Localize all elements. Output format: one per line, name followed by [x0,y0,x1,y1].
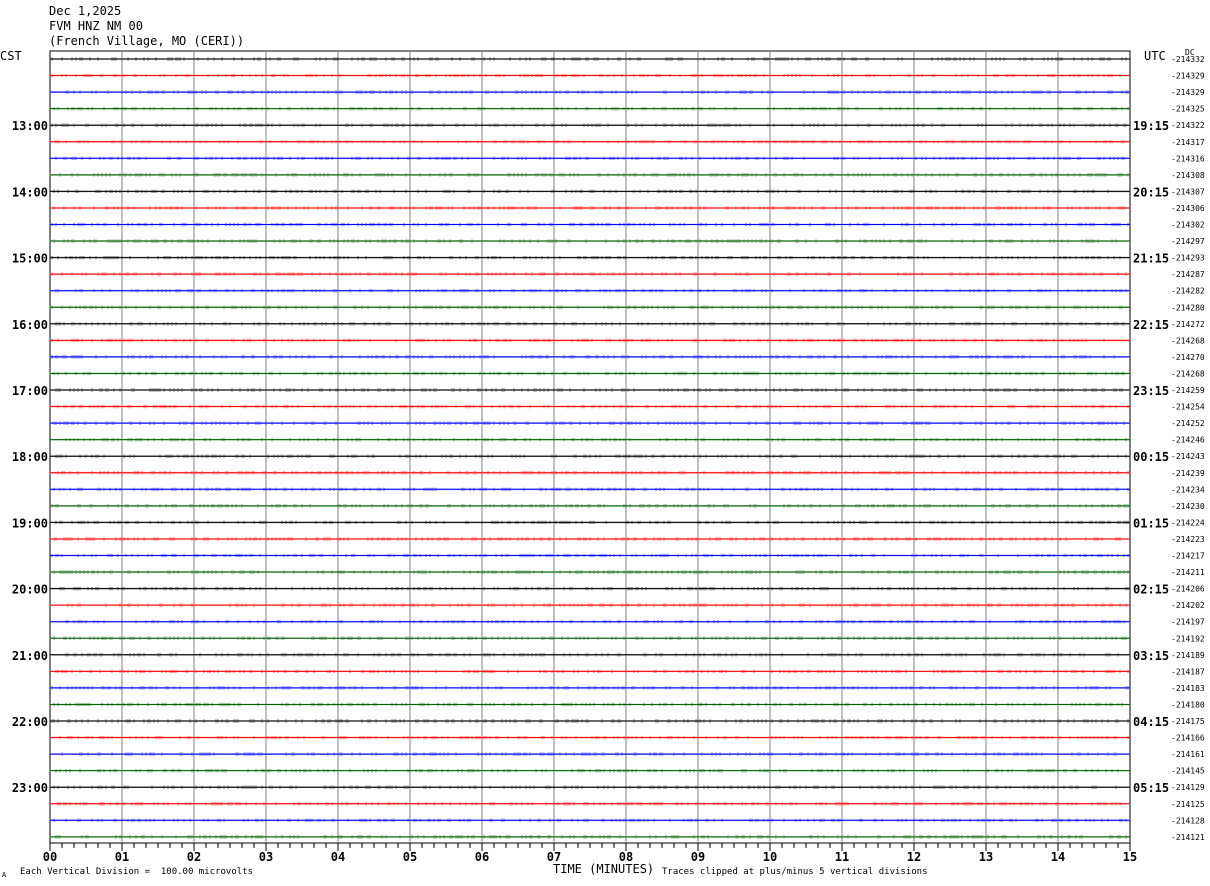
x-tick-label: 00 [43,850,57,864]
x-tick-label: 03 [259,850,273,864]
trace-offset-label: -214192 [1171,634,1205,643]
left-hour-label: 14:00 [12,185,48,199]
trace-offset-label: -214329 [1171,72,1205,81]
trace-offset-label: -214268 [1171,336,1205,345]
station-location: (French Village, MO (CERI)) [49,34,245,48]
right-hour-label: 03:15 [1133,649,1169,663]
grid-layer [49,50,1131,851]
trace-offset-label: -214306 [1171,204,1205,213]
trace-offset-label: -214197 [1171,618,1205,627]
left-hour-label: 13:00 [12,119,48,133]
trace-offset-label: -214161 [1171,750,1205,759]
right-hour-label: 21:15 [1133,252,1169,266]
trace-offset-label: -214329 [1171,88,1205,97]
left-hour-label: 17:00 [12,384,48,398]
x-tick-label: 15 [1123,850,1137,864]
trace-offset-label: -214129 [1171,783,1205,792]
trace-offset-label: -214308 [1171,171,1205,180]
trace-offset-label: -214297 [1171,237,1205,246]
left-hour-label: 19:00 [12,516,48,530]
trace-offset-label: -214282 [1171,287,1205,296]
trace-offset-label: -214223 [1171,535,1205,544]
helicorder-chart: 00 01 02 03 04 05 06 07 08 09 10 11 12 13 14 15-214332-… [12,50,1205,864]
left-hour-label: 18:00 [12,450,48,464]
plot-frame [49,50,1131,844]
station-code: FVM HNZ NM 00 [49,19,143,33]
trace-offset-label: -214234 [1171,485,1205,494]
left-hour-label: 15:00 [12,252,48,266]
left-hour-label: 22:00 [12,715,48,729]
trace-offset-label: -214224 [1171,518,1205,527]
trace-offset-label: -214287 [1171,270,1205,279]
trace-offset-label: -214316 [1171,154,1205,163]
footer-mark: A [2,871,7,879]
x-tick-label: 04 [331,850,345,864]
trace-layer [49,57,1130,839]
trace-offset-label: -214202 [1171,601,1205,610]
trace-offset-label: -214322 [1171,121,1205,130]
clip-note: Traces clipped at plus/minus 5 vertical … [662,867,928,877]
trace-offset-label: -214270 [1171,353,1205,362]
x-tick-label: 09 [691,850,705,864]
trace-offset-label: -214166 [1171,734,1205,743]
right-hour-label: 19:15 [1133,119,1169,133]
trace-offset-label: -214272 [1171,320,1205,329]
trace-offset-label: -214302 [1171,221,1205,230]
left-hour-label: 21:00 [12,649,48,663]
x-tick-label: 01 [115,850,129,864]
trace-offset-label: -214145 [1171,767,1205,776]
x-tick-label: 12 [907,850,921,864]
trace-offset-label: -214246 [1171,436,1205,445]
right-timezone-label: UTC [1144,49,1166,63]
scale-note: Each Vertical Division = 100.00 microvol… [20,867,253,877]
trace-offset-label: -214189 [1171,651,1205,660]
trace-offset-label: -214211 [1171,568,1205,577]
left-timezone-label: CST [0,49,22,63]
right-hour-label: 04:15 [1133,715,1169,729]
right-hour-label: 23:15 [1133,384,1169,398]
x-tick-label: 14 [1051,850,1065,864]
dc-label: DC [1185,48,1195,57]
trace-offset-label: -214175 [1171,717,1205,726]
x-tick-label: 11 [835,850,849,864]
trace-offset-label: -214293 [1171,254,1205,263]
x-tick-label: 13 [979,850,993,864]
trace-offset-label: -214125 [1171,800,1205,809]
trace-offset-label: -214239 [1171,469,1205,478]
trace-offset-label: -214243 [1171,452,1205,461]
trace-offset-label: -214280 [1171,303,1205,312]
x-tick-label: 06 [475,850,489,864]
trace-offset-label: -214268 [1171,369,1205,378]
right-hour-label: 01:15 [1133,516,1169,530]
trace-offset-label: -214180 [1171,700,1205,709]
trace-offset-label: -214217 [1171,552,1205,561]
right-hour-label: 02:15 [1133,583,1169,597]
trace-offset-label: -214307 [1171,187,1205,196]
x-tick-label: 05 [403,850,417,864]
trace-offset-label: -214230 [1171,502,1205,511]
x-axis-title: TIME (MINUTES) [553,862,655,876]
trace-offset-label: -214317 [1171,138,1205,147]
right-hour-label: 22:15 [1133,318,1169,332]
trace-offset-label: -214206 [1171,585,1205,594]
right-hour-label: 05:15 [1133,781,1169,795]
trace-offset-label: -214254 [1171,403,1205,412]
right-hour-label: 20:15 [1133,185,1169,199]
trace-offset-label: -214187 [1171,667,1205,676]
trace-offset-label: -214128 [1171,816,1205,825]
trace-offset-label: -214325 [1171,105,1205,114]
left-hour-label: 20:00 [12,583,48,597]
right-hour-label: 00:15 [1133,450,1169,464]
trace-offset-label: -214121 [1171,833,1205,842]
trace-offset-label: -214183 [1171,684,1205,693]
x-tick-label: 10 [763,850,777,864]
trace-offset-label: -214252 [1171,419,1205,428]
trace-offset-label: -214259 [1171,386,1205,395]
chart-date: Dec 1,2025 [49,4,122,18]
left-hour-label: 23:00 [12,781,48,795]
left-hour-label: 16:00 [12,318,48,332]
x-tick-label: 02 [187,850,201,864]
